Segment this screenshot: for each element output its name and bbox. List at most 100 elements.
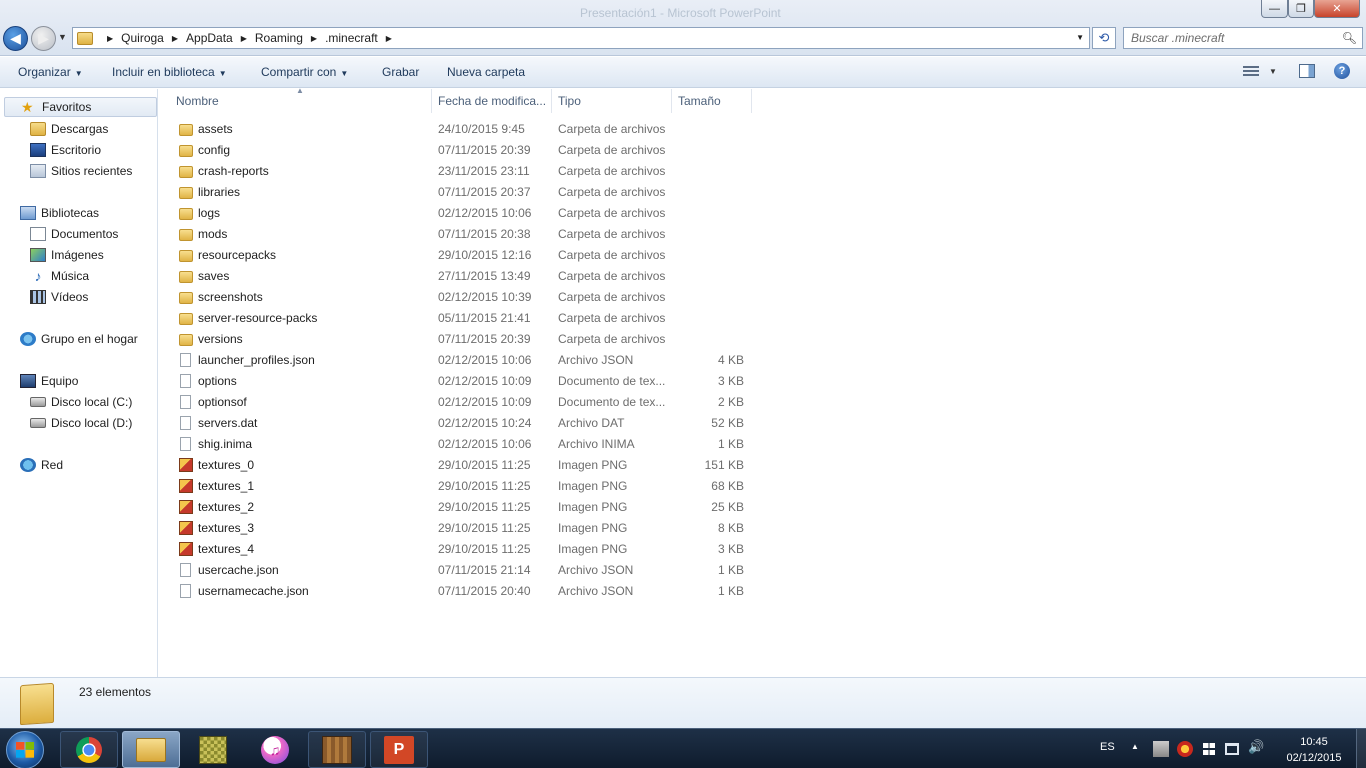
breadcrumb-separator[interactable]: ▶ xyxy=(311,34,317,43)
table-row[interactable]: textures_3 29/10/2015 11:25 Imagen PNG 8 KB xyxy=(175,518,755,539)
search-icon[interactable]: 🔍︎ xyxy=(1342,31,1357,45)
burn-button[interactable]: Grabar xyxy=(382,65,419,79)
table-row[interactable]: assets 24/10/2015 9:45 Carpeta de archivos xyxy=(175,119,755,140)
share-with-menu[interactable]: Compartir con ▼ xyxy=(261,65,348,79)
action-center-flag-icon[interactable] xyxy=(1153,741,1169,757)
table-row[interactable]: usernamecache.json 07/11/2015 20:40 Archiv… xyxy=(175,581,755,602)
table-row[interactable]: shig.inima 02/12/2015 10:06 Archivo INIMA 1… xyxy=(175,434,755,455)
sidebar-item-libraries[interactable]: Bibliotecas xyxy=(20,203,99,223)
sidebar-item-drive-d[interactable]: Disco local (D:) xyxy=(30,413,132,433)
table-row[interactable]: textures_4 29/10/2015 11:25 Imagen PNG 3 KB xyxy=(175,539,755,560)
breadcrumb-quiroga[interactable]: Quiroga xyxy=(121,31,164,45)
breadcrumb-appdata[interactable]: AppData xyxy=(186,31,233,45)
table-row[interactable]: textures_1 29/10/2015 11:25 Imagen PNG 68 K… xyxy=(175,476,755,497)
sidebar-item-favorites[interactable]: ★ Favoritos xyxy=(4,97,157,117)
change-view-icon[interactable] xyxy=(1243,66,1259,77)
address-bar[interactable]: ▶ Quiroga ▶ AppData ▶ Roaming ▶ .minecra… xyxy=(72,27,1090,49)
table-row[interactable]: textures_2 29/10/2015 11:25 Imagen PNG 25 K… xyxy=(175,497,755,518)
show-hidden-icons-button[interactable]: ▲ xyxy=(1131,742,1139,751)
breadcrumb-separator[interactable]: ▶ xyxy=(107,34,113,43)
table-row[interactable]: logs 02/12/2015 10:06 Carpeta de archivos xyxy=(175,203,755,224)
include-in-library-menu[interactable]: Incluir en biblioteca ▼ xyxy=(112,65,227,79)
table-row[interactable]: saves 27/11/2015 13:49 Carpeta de archivos xyxy=(175,266,755,287)
show-desktop-button[interactable] xyxy=(1356,729,1366,768)
taskbar-powerpoint[interactable]: P xyxy=(370,731,428,768)
taskbar-chrome[interactable] xyxy=(60,731,118,768)
column-header-name[interactable]: Nombre xyxy=(170,89,432,113)
breadcrumb-separator[interactable]: ▶ xyxy=(172,34,178,43)
file-type: Imagen PNG xyxy=(558,458,628,472)
chevron-down-icon[interactable]: ▼ xyxy=(1269,67,1277,76)
sidebar-item-recent-places[interactable]: Sitios recientes xyxy=(30,161,132,181)
taskbar-explorer[interactable] xyxy=(122,731,180,768)
clock[interactable]: 10:45 02/12/2015 xyxy=(1284,734,1344,766)
file-type: Carpeta de archivos xyxy=(558,185,666,199)
table-row[interactable]: options 02/12/2015 10:09 Documento de tex.… xyxy=(175,371,755,392)
file-type: Carpeta de archivos xyxy=(558,227,666,241)
sidebar-item-drive-c[interactable]: Disco local (C:) xyxy=(30,392,132,412)
search-box[interactable]: 🔍︎ xyxy=(1123,27,1363,49)
table-row[interactable]: optionsof 02/12/2015 10:09 Documento de te… xyxy=(175,392,755,413)
breadcrumb-minecraft[interactable]: .minecraft xyxy=(325,31,378,45)
taskbar-minecraft-launcher[interactable] xyxy=(184,731,242,768)
sidebar-item-documents[interactable]: Documentos xyxy=(30,224,118,244)
start-button[interactable] xyxy=(6,731,44,768)
table-row[interactable]: usercache.json 07/11/2015 21:14 Archivo JS… xyxy=(175,560,755,581)
file-icon xyxy=(180,437,191,451)
preview-pane-icon[interactable] xyxy=(1299,64,1315,78)
organize-menu[interactable]: Organizar ▼ xyxy=(18,65,83,79)
sidebar-item-pictures[interactable]: Imágenes xyxy=(30,245,104,265)
network-status-icon[interactable] xyxy=(1225,743,1239,755)
table-row[interactable]: libraries 07/11/2015 20:37 Carpeta de arch… xyxy=(175,182,755,203)
table-row[interactable]: servers.dat 02/12/2015 10:24 Archivo DAT 52… xyxy=(175,413,755,434)
new-folder-button[interactable]: Nueva carpeta xyxy=(447,65,525,79)
file-name: shig.inima xyxy=(198,437,253,451)
sidebar-item-desktop[interactable]: Escritorio xyxy=(30,140,101,160)
taskbar-itunes[interactable]: ♫ xyxy=(246,731,304,768)
file-type: Archivo JSON xyxy=(558,353,634,367)
file-type: Imagen PNG xyxy=(558,521,628,535)
taskbar-minecraft[interactable] xyxy=(308,731,366,768)
language-indicator[interactable]: ES xyxy=(1100,741,1115,753)
sidebar-item-computer[interactable]: Equipo xyxy=(20,371,78,391)
table-row[interactable]: screenshots 02/12/2015 10:39 Carpeta de ar… xyxy=(175,287,755,308)
search-input[interactable] xyxy=(1131,28,1331,48)
refresh-button[interactable]: ⟲ xyxy=(1092,27,1116,49)
breadcrumb-separator[interactable]: ▶ xyxy=(386,34,392,43)
table-row[interactable]: versions 07/11/2015 20:39 Carpeta de archi… xyxy=(175,329,755,350)
minimize-button[interactable]: — xyxy=(1261,0,1288,18)
recent-pages-dropdown[interactable]: ▼ xyxy=(58,32,67,42)
breadcrumb-separator[interactable]: ▶ xyxy=(241,34,247,43)
sidebar-item-downloads[interactable]: Descargas xyxy=(30,119,108,139)
maximize-button[interactable]: ❐ xyxy=(1288,0,1314,18)
column-header-type[interactable]: Tipo xyxy=(552,89,672,113)
table-row[interactable]: launcher_profiles.json 02/12/2015 10:06 Ar… xyxy=(175,350,755,371)
column-header-size[interactable]: Tamaño xyxy=(672,89,752,113)
table-row[interactable]: server-resource-packs 05/11/2015 21:41 Car… xyxy=(175,308,755,329)
sidebar-item-videos[interactable]: Vídeos xyxy=(30,287,88,307)
table-row[interactable]: crash-reports 23/11/2015 23:11 Carpeta de … xyxy=(175,161,755,182)
column-header-date-modified[interactable]: Fecha de modifica... xyxy=(432,89,552,113)
file-type: Archivo JSON xyxy=(558,563,634,577)
chevron-down-icon[interactable]: ▼ xyxy=(1076,33,1084,42)
table-row[interactable]: config 07/11/2015 20:39 Carpeta de archivo… xyxy=(175,140,755,161)
breadcrumb-roaming[interactable]: Roaming xyxy=(255,31,303,45)
sidebar-item-homegroup[interactable]: Grupo en el hogar xyxy=(20,329,138,349)
file-name: usernamecache.json xyxy=(198,584,309,598)
sidebar-item-network[interactable]: Red xyxy=(20,455,63,475)
file-date-modified: 07/11/2015 20:37 xyxy=(438,185,531,199)
close-button[interactable]: ✕ xyxy=(1314,0,1360,18)
sidebar-item-music[interactable]: ♪ Música xyxy=(30,266,90,286)
windows-update-icon[interactable] xyxy=(1201,741,1217,757)
volume-icon[interactable]: 🔊 xyxy=(1248,739,1264,755)
table-row[interactable]: textures_0 29/10/2015 11:25 Imagen PNG 151 … xyxy=(175,455,755,476)
help-icon[interactable]: ? xyxy=(1334,63,1350,79)
table-row[interactable]: mods 07/11/2015 20:38 Carpeta de archivos xyxy=(175,224,755,245)
item-count: 23 elementos xyxy=(79,685,152,699)
table-row[interactable]: resourcepacks 29/10/2015 12:16 Carpeta de … xyxy=(175,245,755,266)
forward-button[interactable]: ▶ xyxy=(31,26,56,51)
video-film-icon xyxy=(30,290,46,304)
back-button[interactable]: ◀ xyxy=(3,26,28,51)
folder-icon xyxy=(179,124,193,136)
security-alert-icon[interactable] xyxy=(1177,741,1193,757)
